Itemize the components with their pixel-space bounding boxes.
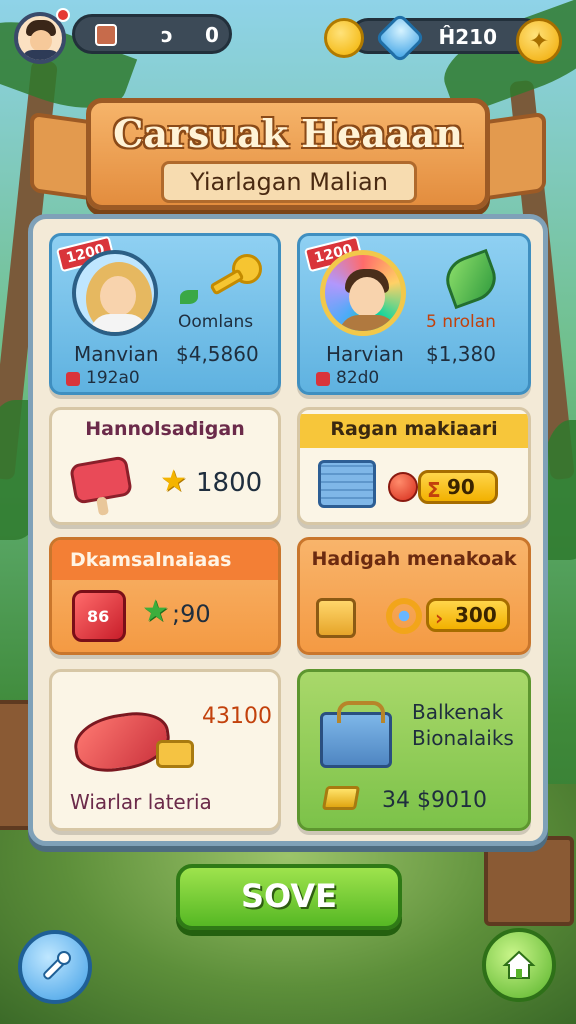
home-button[interactable] — [482, 928, 556, 1002]
tag-icon — [316, 372, 330, 386]
card-icon-label: 5 nrolan — [426, 312, 496, 332]
item-label: Wiarlar lateria — [70, 790, 212, 814]
gold-bar-icon — [321, 786, 361, 810]
stack-icon — [318, 460, 376, 508]
portrait-face — [349, 277, 385, 317]
shop-item-card-7[interactable]: 43100 Wiarlar lateria — [49, 669, 281, 831]
ring-icon — [386, 598, 422, 634]
shop-item-card-3[interactable]: Hannolsadigan ★ 1800 — [49, 407, 281, 525]
character-stat: 192a0 — [86, 368, 140, 388]
popsicle-icon — [68, 455, 134, 505]
portrait-face — [100, 276, 136, 316]
character-card-2[interactable]: 1200 5 nrolan Harvian $1,380 82d0 — [297, 233, 531, 395]
sprout-icon — [180, 290, 198, 304]
character-name: Harvian — [326, 342, 404, 366]
page-title: Carsuak Heaaan — [113, 111, 463, 156]
resource-value-a: ɔ — [161, 23, 173, 47]
shop-item-card-4[interactable]: Ragan makiaari Ʃ 90 — [297, 407, 531, 525]
save-button[interactable]: SOVE — [176, 864, 402, 930]
notification-dot — [56, 8, 70, 22]
title-banner: Carsuak Heaaan Yiarlagan Malian — [86, 98, 490, 210]
gift-box-icon — [72, 590, 126, 642]
item-title-line2: Bionalaiks — [412, 726, 514, 750]
portrait-body — [90, 314, 148, 332]
item-price: 34 $9010 — [382, 788, 487, 813]
item-title: Dkamsalnaiaas — [52, 540, 278, 580]
item-price: ;90 — [172, 600, 211, 628]
resource-pill-left[interactable]: ɔ 0 — [72, 14, 232, 54]
character-name: Manvian — [74, 342, 159, 366]
wooden-crate — [484, 836, 574, 926]
tools-button[interactable] — [18, 930, 92, 1004]
avatar-suit — [22, 50, 60, 60]
home-icon — [502, 950, 536, 979]
star-icon: ★ — [160, 464, 187, 499]
arrow-icon: Ʃ — [427, 478, 441, 502]
item-title: Hadigah menakoak — [311, 548, 517, 570]
shopping-basket-icon — [320, 701, 392, 768]
currency-value: Ĥ210 — [438, 25, 498, 49]
item-title-line1: Balkenak — [412, 700, 504, 724]
wrench-icon — [43, 951, 71, 980]
character-price: $4,5860 — [176, 342, 259, 366]
portrait-body — [339, 315, 397, 331]
item-price: 90 — [447, 475, 475, 499]
book-icon — [95, 24, 117, 46]
apple-icon — [388, 472, 418, 502]
item-price-pill: › 300 — [426, 598, 510, 632]
item-price-pill: Ʃ 90 — [418, 470, 498, 504]
cheese-icon — [156, 740, 194, 768]
resource-value-b: 0 — [205, 23, 219, 47]
character-portrait-female — [72, 250, 158, 336]
avatar-face — [30, 30, 52, 52]
pineapple-bag-icon — [316, 598, 356, 638]
card-icon-label: Oomlans — [178, 312, 254, 332]
leaf-icon — [439, 248, 503, 310]
page-subtitle: Yiarlagan Malian — [161, 161, 417, 203]
shop-item-card-8[interactable]: Balkenak Bionalaiks 34 $9010 — [297, 669, 531, 831]
character-portrait-male — [320, 250, 406, 336]
item-price: 43100 — [202, 704, 272, 729]
top-hud: ɔ 0 Ĥ210 ✦ — [0, 8, 576, 64]
arrow-icon: › — [435, 606, 444, 630]
character-price: $1,380 — [426, 342, 496, 366]
green-star-icon: ★ — [142, 594, 169, 629]
item-title: Hannolsadigan — [85, 418, 245, 440]
coin-icon — [324, 18, 364, 58]
character-stat: 82d0 — [336, 368, 380, 388]
key-icon — [206, 254, 262, 296]
character-card-1[interactable]: 1200 Oomlans Manvian $4,5860 192a0 — [49, 233, 281, 395]
star-badge-icon[interactable]: ✦ — [516, 18, 562, 64]
shop-panel: 1200 Oomlans Manvian $4,5860 192a0 1200 … — [28, 214, 548, 846]
item-price: 300 — [455, 603, 497, 627]
shop-item-card-6[interactable]: Hadigah menakoak › 300 — [297, 537, 531, 655]
item-title: Ragan makiaari — [300, 414, 528, 448]
shop-item-card-5[interactable]: Dkamsalnaiaas ★ ;90 — [49, 537, 281, 655]
tag-icon — [66, 372, 80, 386]
item-price: 1800 — [196, 468, 263, 498]
